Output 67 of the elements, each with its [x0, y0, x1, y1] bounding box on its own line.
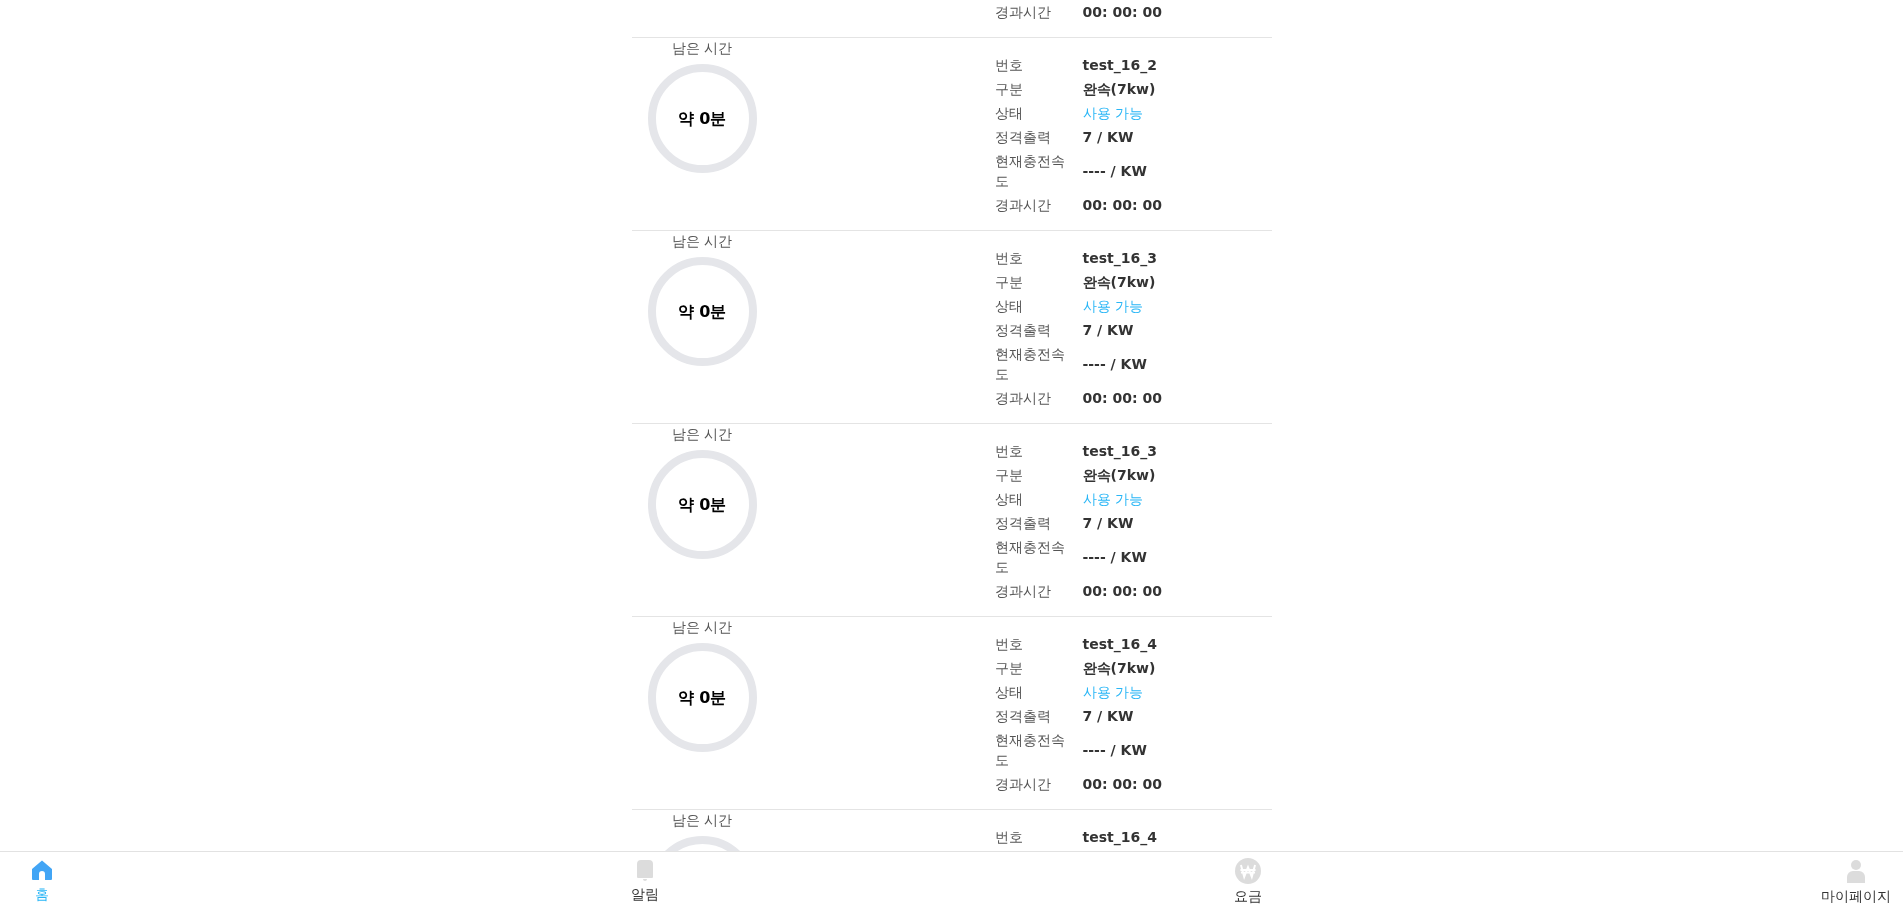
won-coin-icon — [1235, 858, 1261, 884]
nav-tab[interactable]: 알림 — [615, 858, 675, 904]
field-value: test_16_4 — [1082, 635, 1157, 654]
field-value: 완속(7kw) — [1082, 659, 1156, 678]
field-value: ---- / KW — [1082, 741, 1147, 760]
status-value: 사용 가능 — [1082, 297, 1143, 316]
field-value: 7 / KW — [1082, 514, 1134, 533]
home-icon — [30, 858, 54, 882]
remaining-time-label: 남은 시간 — [671, 811, 733, 830]
remaining-time-label: 남은 시간 — [671, 425, 733, 444]
field-value: 00: 00: 00 — [1082, 196, 1162, 215]
field-value: ---- / KW — [1082, 548, 1147, 567]
field-label: 번호 — [994, 828, 1024, 847]
remaining-time-value: 약 0분 — [677, 107, 727, 130]
field-label: 번호 — [994, 56, 1024, 75]
field-label: 경과시간 — [994, 389, 1052, 408]
nav-tab[interactable]: 요금 — [1218, 858, 1278, 906]
field-value: 00: 00: 00 — [1082, 775, 1162, 794]
field-value: test_16_4 — [1082, 828, 1157, 847]
remaining-time-label: 남은 시간 — [671, 39, 733, 58]
field-label: 구분 — [994, 466, 1024, 485]
field-label: 상태 — [994, 683, 1024, 702]
status-value: 사용 가능 — [1082, 683, 1143, 702]
remaining-time-value: 약 0분 — [677, 300, 727, 323]
field-value: 7 / KW — [1082, 128, 1134, 147]
field-value: 완속(7kw) — [1082, 273, 1156, 292]
field-label: 번호 — [994, 249, 1024, 268]
field-label: 상태 — [994, 490, 1024, 509]
field-value: 7 / KW — [1082, 707, 1134, 726]
person-icon — [1844, 858, 1868, 884]
field-value: 완속(7kw) — [1082, 466, 1156, 485]
field-label: 현재충전속도 — [994, 538, 1066, 577]
field-label: 경과시간 — [994, 196, 1052, 215]
field-label: 현재충전속도 — [994, 345, 1066, 384]
field-value: 00: 00: 00 — [1082, 582, 1162, 601]
field-label: 정격출력 — [994, 514, 1052, 533]
remaining-time-value: 약 0분 — [677, 493, 727, 516]
field-label: 상태 — [994, 104, 1024, 123]
field-label: 경과시간 — [994, 775, 1052, 794]
field-label: 현재충전속도 — [994, 731, 1066, 770]
remaining-time-value: 약 0분 — [677, 686, 727, 709]
field-label: 정격출력 — [994, 321, 1052, 340]
status-value: 사용 가능 — [1082, 490, 1143, 509]
field-label: 정격출력 — [994, 707, 1052, 726]
field-label: 구분 — [994, 80, 1024, 99]
field-value: test_16_3 — [1082, 442, 1157, 461]
field-label: 구분 — [994, 659, 1024, 678]
field-value: test_16_2 — [1082, 56, 1157, 75]
field-label: 정격출력 — [994, 128, 1052, 147]
field-label: 번호 — [994, 442, 1024, 461]
field-value: 7 / KW — [1082, 321, 1134, 340]
field-value: ---- / KW — [1082, 355, 1147, 374]
remaining-time-label: 남은 시간 — [671, 618, 733, 637]
field-value: 00: 00: 00 — [1082, 3, 1162, 22]
field-label: 번호 — [994, 635, 1024, 654]
field-label: 경과시간 — [994, 3, 1052, 22]
field-label: 상태 — [994, 297, 1024, 316]
field-value: ---- / KW — [1082, 162, 1147, 181]
nav-tab[interactable]: 마이페이지 — [1821, 858, 1891, 906]
field-label: 현재충전속도 — [994, 152, 1066, 191]
status-value: 사용 가능 — [1082, 104, 1143, 123]
remaining-time-label: 남은 시간 — [671, 232, 733, 251]
field-value: 완속(7kw) — [1082, 80, 1156, 99]
field-value: 00: 00: 00 — [1082, 389, 1162, 408]
field-label: 경과시간 — [994, 582, 1052, 601]
field-value: test_16_3 — [1082, 249, 1157, 268]
field-label: 구분 — [994, 273, 1024, 292]
